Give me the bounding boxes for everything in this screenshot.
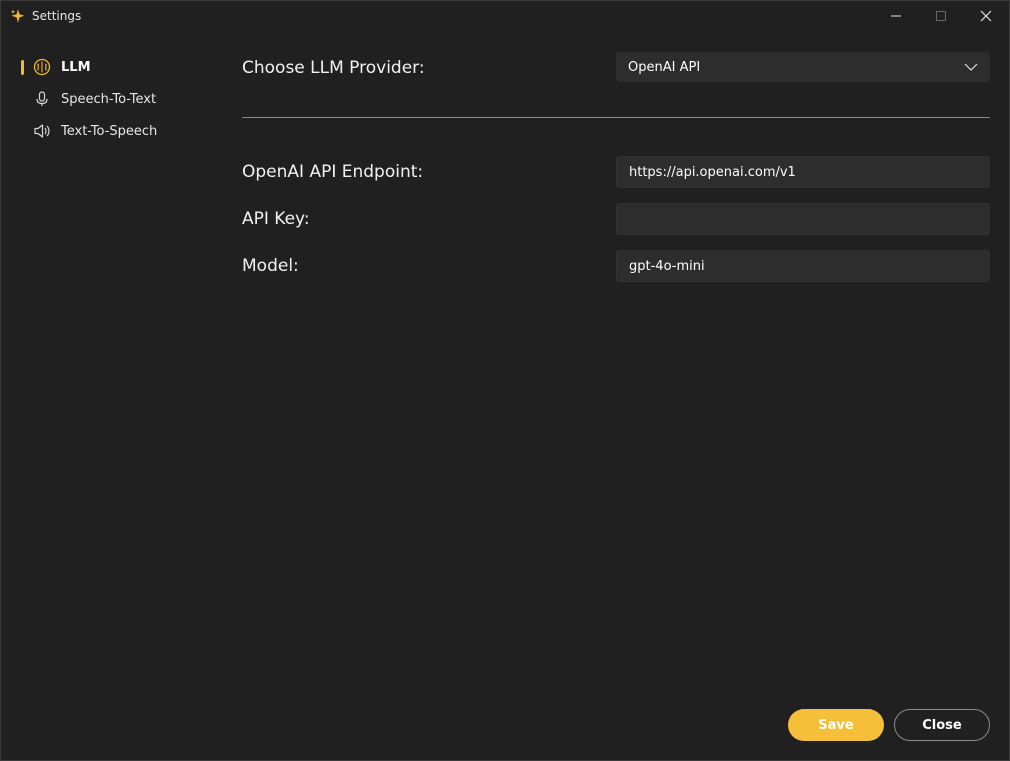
minimize-button[interactable] [873, 1, 919, 31]
microphone-icon [33, 90, 51, 108]
sidebar-item-label: Text-To-Speech [61, 123, 158, 139]
section-divider [242, 117, 990, 118]
settings-window: Settings LLM Speech-To-Text Text-To-Spee… [0, 0, 1010, 761]
brain-icon [33, 58, 51, 76]
speaker-icon [33, 122, 51, 140]
api-key-label: API Key: [242, 209, 310, 229]
endpoint-label: OpenAI API Endpoint: [242, 162, 424, 182]
maximize-button[interactable] [918, 1, 964, 31]
close-icon [980, 10, 992, 22]
chevron-down-icon [964, 61, 978, 77]
maximize-icon [936, 11, 946, 21]
close-button[interactable]: Close [894, 709, 990, 741]
save-button[interactable]: Save [788, 709, 884, 741]
provider-label: Choose LLM Provider: [242, 58, 425, 78]
endpoint-input[interactable] [616, 156, 990, 188]
minimize-icon [891, 15, 901, 17]
sidebar-item-llm[interactable]: LLM [1, 51, 221, 83]
model-input[interactable] [616, 250, 990, 282]
sidebar-item-label: LLM [61, 59, 91, 75]
title-bar: Settings [1, 1, 1009, 33]
sparkle-icon [10, 8, 26, 24]
window-title: Settings [32, 9, 82, 23]
provider-selected-value: OpenAI API [628, 59, 701, 75]
active-indicator [21, 60, 24, 75]
window-close-button[interactable] [963, 1, 1009, 31]
sidebar-item-text-to-speech[interactable]: Text-To-Speech [1, 115, 221, 147]
api-key-input[interactable] [616, 203, 990, 235]
sidebar-item-label: Speech-To-Text [61, 91, 157, 107]
model-label: Model: [242, 256, 299, 276]
sidebar: LLM Speech-To-Text Text-To-Speech [1, 51, 221, 147]
provider-dropdown[interactable]: OpenAI API [616, 52, 990, 82]
sidebar-item-speech-to-text[interactable]: Speech-To-Text [1, 83, 221, 115]
